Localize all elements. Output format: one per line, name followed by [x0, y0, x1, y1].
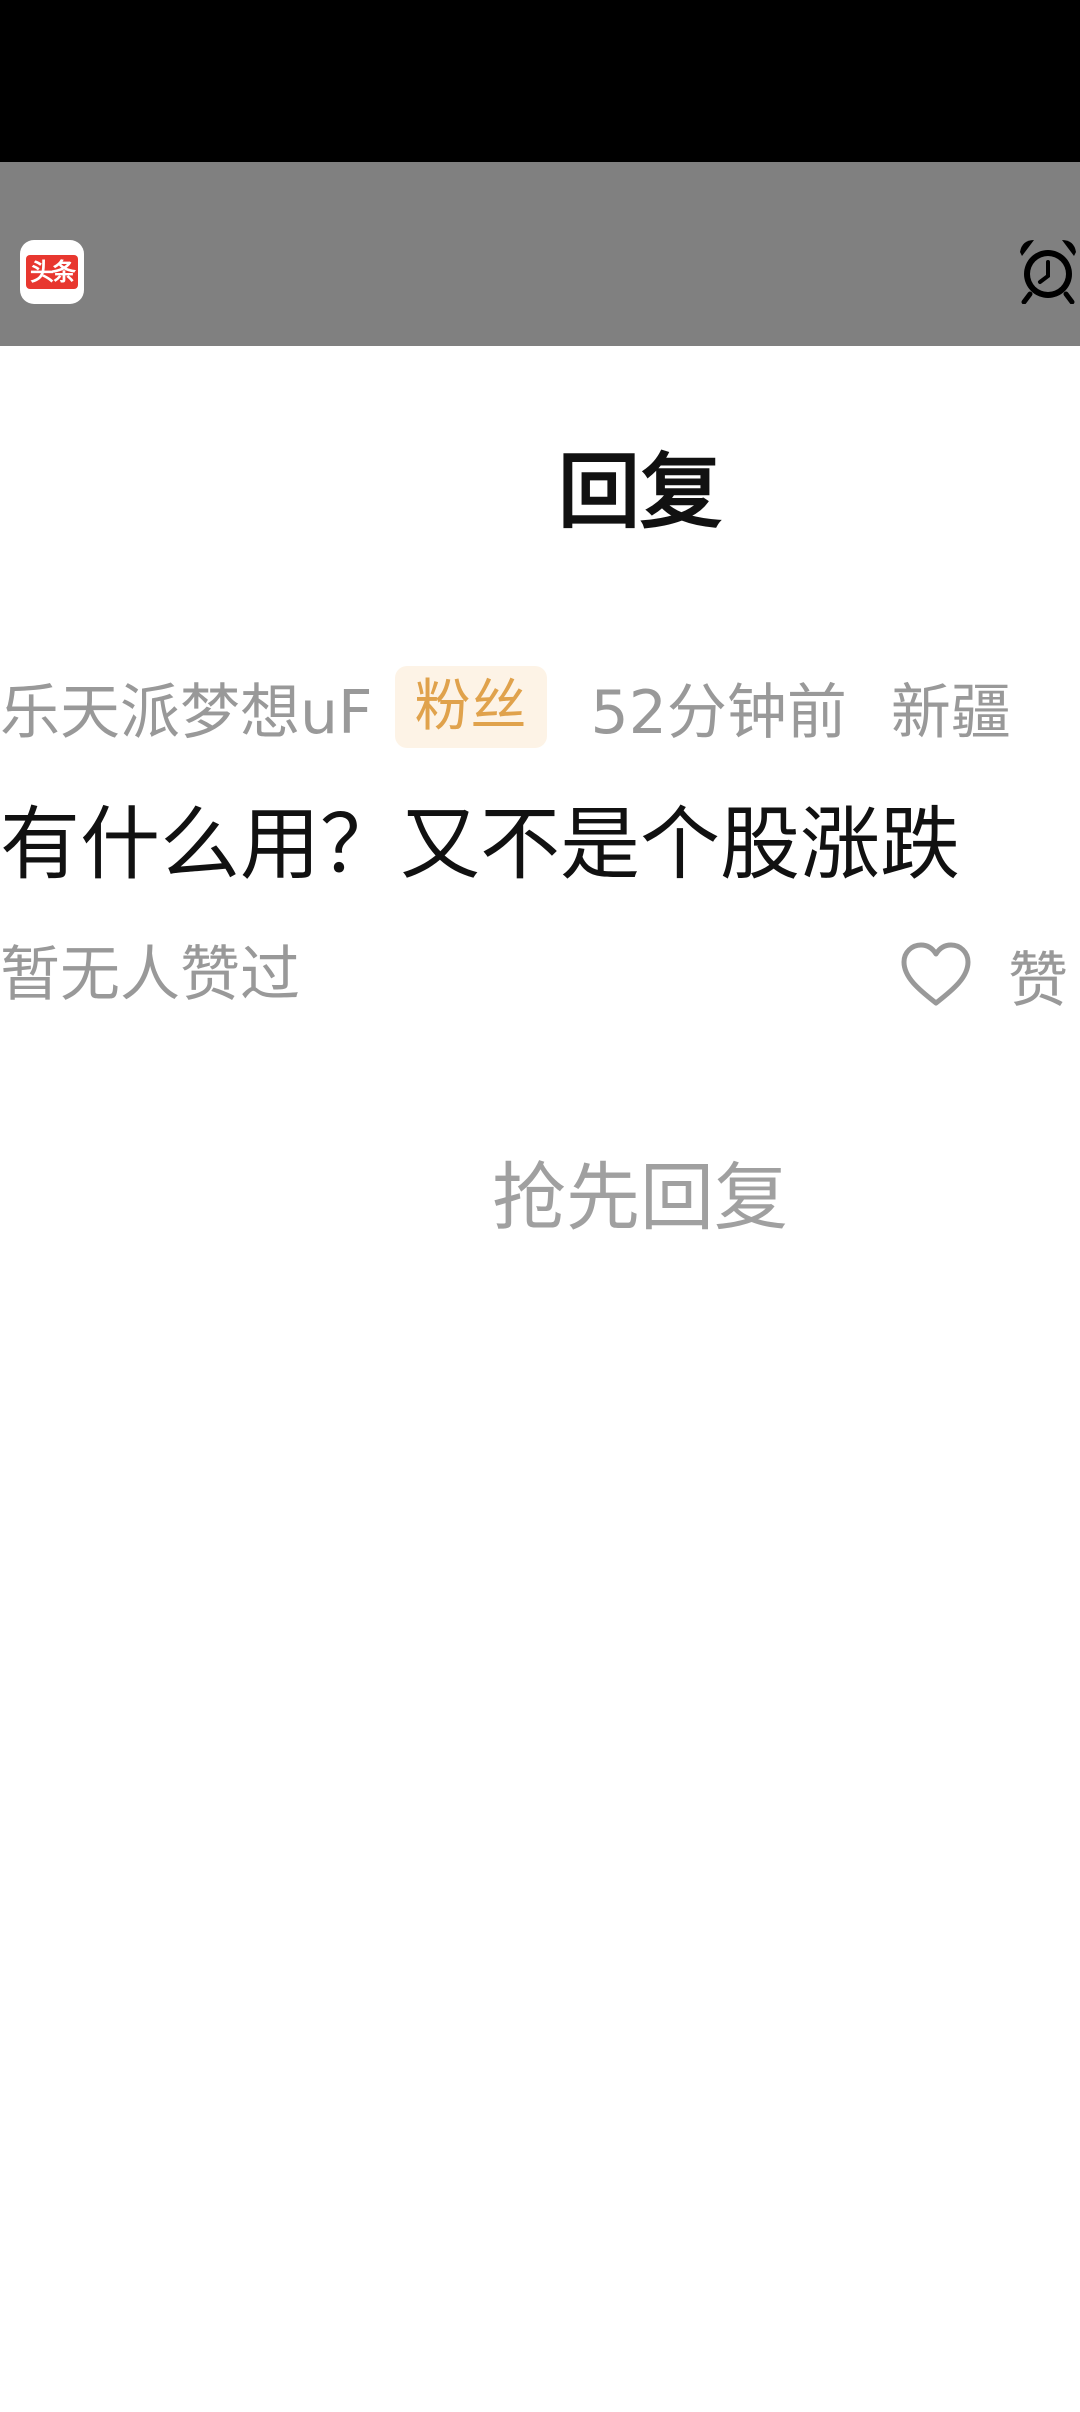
likes-row: 暂无人赞过 赞 [0, 930, 1080, 1020]
empty-reply-prompt[interactable]: 抢先回复 [0, 1148, 1080, 1248]
likes-summary: 暂无人赞过 [0, 940, 300, 1010]
comment-username[interactable]: 乐天派梦想uF [0, 664, 373, 751]
alarm-clock-icon[interactable] [1016, 236, 1080, 304]
comment-meta-row: 乐天派梦想uF 粉丝 52分钟前 新疆 [0, 664, 1011, 750]
heart-icon [901, 942, 971, 1006]
fan-badge: 粉丝 [394, 666, 547, 748]
toutiao-app-icon[interactable]: 头条 [20, 240, 84, 304]
app-icon-label: 头条 [26, 255, 78, 289]
page-title: 回复 [557, 445, 722, 540]
like-label: 赞 [1008, 945, 1068, 1016]
status-bar [0, 0, 1080, 162]
comment-time: 52分钟前 [590, 677, 847, 748]
comment-location: 新疆 [890, 677, 1011, 748]
comment-text: 有什么用？又不是个股涨跌 [0, 798, 960, 891]
like-button[interactable]: 赞 [898, 930, 1068, 1020]
notification-banner[interactable] [0, 162, 1080, 346]
